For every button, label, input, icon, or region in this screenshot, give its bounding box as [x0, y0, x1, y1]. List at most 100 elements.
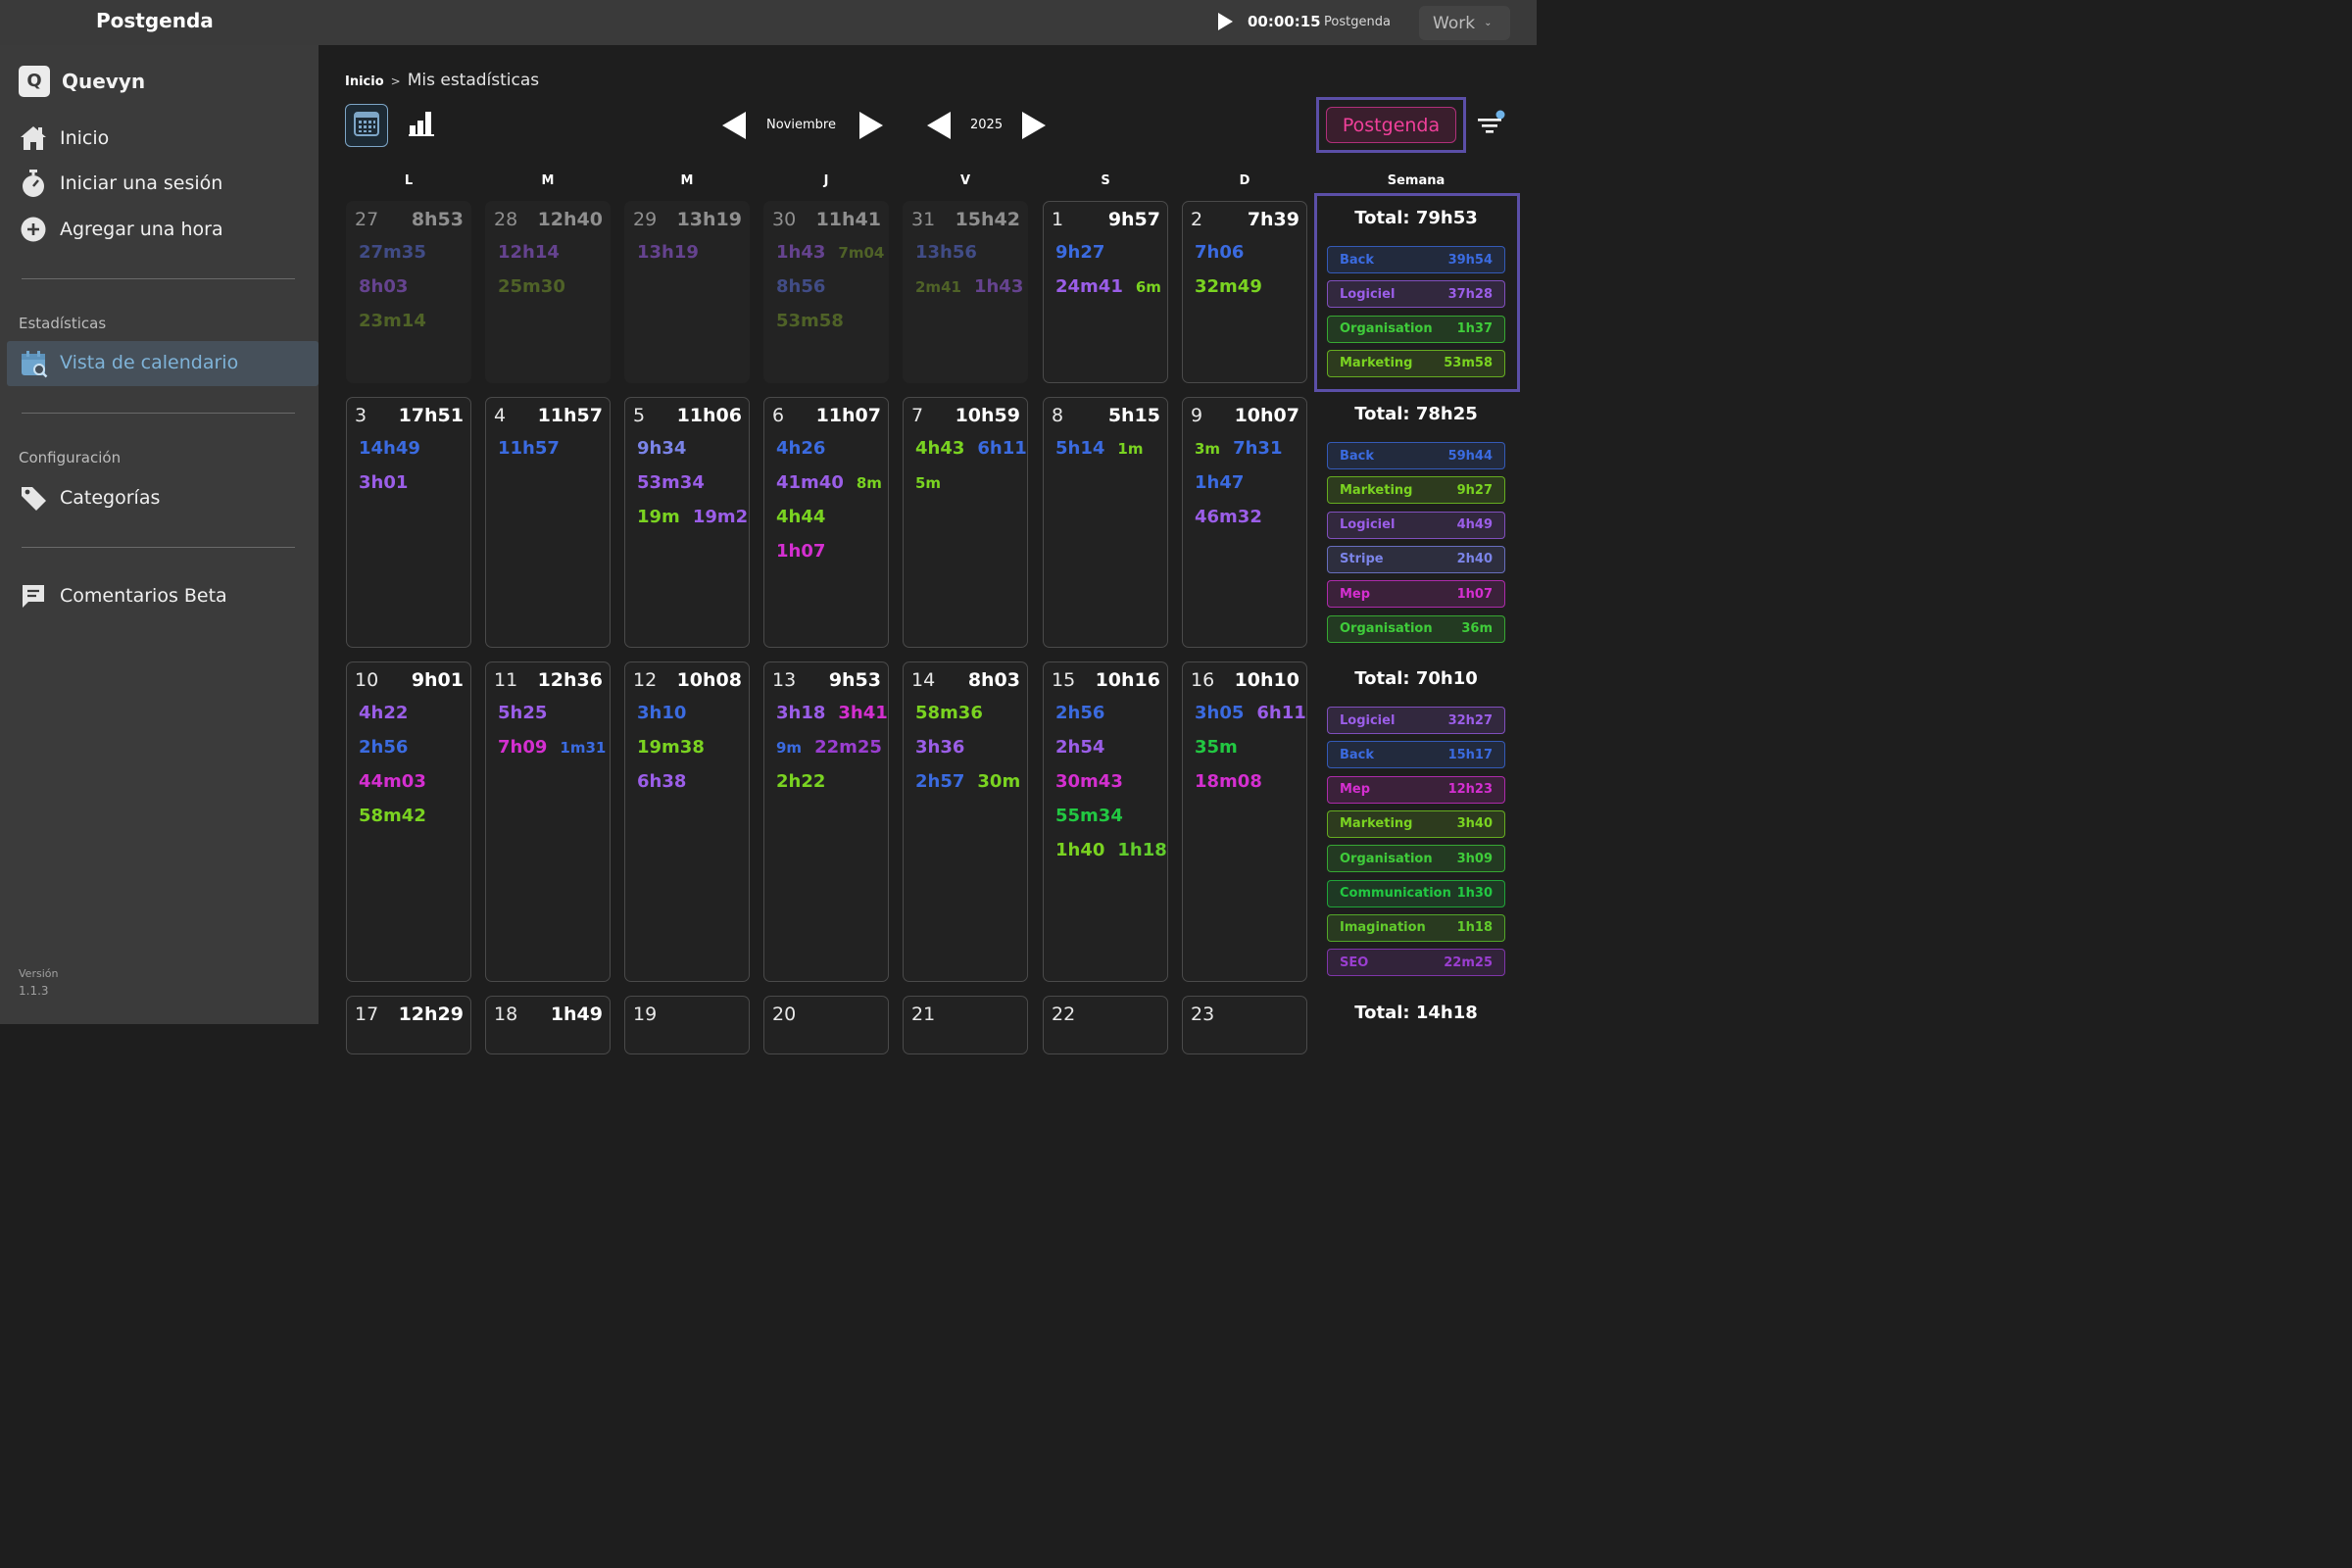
sidebar-item-home[interactable]: Inicio	[19, 122, 109, 155]
time-entry[interactable]: 6h11	[977, 438, 1026, 459]
category-total[interactable]: Stripe 2h40	[1327, 545, 1505, 573]
time-entry[interactable]: 35m	[1195, 737, 1238, 758]
day-cell[interactable]: 3 17h51 14h49 3h01	[346, 397, 471, 648]
day-cell[interactable]: 4 11h57 11h57	[485, 397, 611, 648]
time-entry[interactable]: 2h22	[776, 771, 825, 792]
category-total[interactable]: SEO 22m25	[1327, 949, 1505, 977]
day-cell[interactable]: 19	[624, 996, 750, 1054]
day-cell[interactable]: 10 9h01 4h22 2h56 44m03 58m42	[346, 662, 471, 982]
next-year-button[interactable]	[1022, 112, 1046, 139]
day-cell[interactable]: 31 15h42 13h56 2m41 1h43	[903, 201, 1028, 383]
play-icon[interactable]	[1218, 13, 1233, 30]
time-entry[interactable]: 18m08	[1195, 771, 1262, 792]
time-entry[interactable]: 3h01	[359, 472, 408, 493]
time-entry[interactable]: 19m	[637, 507, 680, 527]
time-entry[interactable]: 5h25	[498, 703, 547, 723]
day-cell[interactable]: 12 10h08 3h10 19m38 6h38	[624, 662, 750, 982]
day-cell[interactable]: 8 5h15 5h14 1m	[1043, 397, 1168, 648]
day-cell[interactable]: 17 12h29	[346, 996, 471, 1054]
time-entry[interactable]: 27m35	[359, 242, 426, 263]
time-entry[interactable]: 23m14	[359, 311, 426, 331]
time-entry[interactable]: 4h43	[915, 438, 964, 459]
time-entry[interactable]: 53m58	[776, 311, 844, 331]
day-cell[interactable]: 14 8h03 58m36 3h36 2h57 30m	[903, 662, 1028, 982]
day-cell[interactable]: 30 11h41 1h43 7m04 8h56 53m58	[763, 201, 889, 383]
time-entry[interactable]: 6m	[1136, 278, 1161, 296]
time-entry[interactable]: 3h10	[637, 703, 686, 723]
time-entry[interactable]: 19m21	[693, 507, 749, 527]
day-cell[interactable]: 11 12h36 5h25 7h09 1m31	[485, 662, 611, 982]
time-entry[interactable]: 11h57	[498, 438, 560, 459]
category-total[interactable]: Communication 1h30	[1327, 879, 1505, 907]
sidebar-item-start-session[interactable]: Iniciar una sesión	[19, 167, 222, 200]
time-entry[interactable]: 6h38	[637, 771, 686, 792]
time-entry[interactable]: 4h22	[359, 703, 408, 723]
prev-month-button[interactable]	[722, 112, 746, 139]
time-entry[interactable]: 5h14	[1055, 438, 1104, 459]
time-entry[interactable]: 1h18	[1117, 840, 1166, 860]
category-total[interactable]: Marketing 9h27	[1327, 476, 1505, 505]
category-total[interactable]: Imagination 1h18	[1327, 913, 1505, 942]
time-entry[interactable]: 1h47	[1195, 472, 1244, 493]
time-entry[interactable]: 12h14	[498, 242, 560, 263]
brand[interactable]: Q Quevyn	[19, 65, 145, 97]
time-entry[interactable]: 8m	[857, 474, 882, 492]
time-entry[interactable]: 41m40	[776, 472, 844, 493]
day-cell[interactable]: 1 9h57 9h27 24m41 6m	[1043, 201, 1168, 383]
day-cell[interactable]: 13 9h53 3h18 3h41 9m 22m25 2h22	[763, 662, 889, 982]
time-entry[interactable]: 7h06	[1195, 242, 1244, 263]
day-cell[interactable]: 2 7h39 7h06 32m49	[1182, 201, 1307, 383]
day-cell[interactable]: 18 1h49	[485, 996, 611, 1054]
category-total[interactable]: Back 15h17	[1327, 741, 1505, 769]
time-entry[interactable]: 9h27	[1055, 242, 1104, 263]
time-entry[interactable]: 22m25	[814, 737, 882, 758]
day-cell[interactable]: 7 10h59 4h43 6h11 5m	[903, 397, 1028, 648]
time-entry[interactable]: 32m49	[1195, 276, 1262, 297]
time-entry[interactable]: 6h11	[1256, 703, 1305, 723]
time-entry[interactable]: 3h05	[1195, 703, 1244, 723]
day-cell[interactable]: 15 10h16 2h56 2h54 30m43 55m34 1h40 1h18	[1043, 662, 1168, 982]
time-entry[interactable]: 2h54	[1055, 737, 1104, 758]
sidebar-item-categories[interactable]: Categorías	[19, 481, 160, 514]
sidebar-item-calendar-view[interactable]: Vista de calendario	[7, 341, 318, 386]
day-cell[interactable]: 16 10h10 3h05 6h11 35m 18m08	[1182, 662, 1307, 982]
time-entry[interactable]: 4h44	[776, 507, 825, 527]
time-entry[interactable]: 44m03	[359, 771, 426, 792]
day-cell[interactable]: 9 10h07 3m 7h31 1h47 46m32	[1182, 397, 1307, 648]
time-entry[interactable]: 19m38	[637, 737, 705, 758]
time-entry[interactable]: 13h56	[915, 242, 977, 263]
time-entry[interactable]: 14h49	[359, 438, 420, 459]
time-entry[interactable]: 55m34	[1055, 806, 1123, 826]
time-entry[interactable]: 25m30	[498, 276, 565, 297]
category-total[interactable]: Organisation 36m	[1327, 614, 1505, 643]
time-entry[interactable]: 8h03	[359, 276, 408, 297]
calendar-view-button[interactable]	[345, 104, 388, 147]
time-entry[interactable]: 3h36	[915, 737, 964, 758]
time-entry[interactable]: 58m36	[915, 703, 983, 723]
category-total[interactable]: Organisation 3h09	[1327, 845, 1505, 873]
time-entry[interactable]: 1h43	[776, 242, 825, 263]
time-entry[interactable]: 30m	[977, 771, 1020, 792]
category-total[interactable]: Marketing 3h40	[1327, 809, 1505, 838]
category-total[interactable]: Logiciel 4h49	[1327, 511, 1505, 539]
time-entry[interactable]: 2h56	[359, 737, 408, 758]
time-entry[interactable]: 3h41	[838, 703, 887, 723]
day-cell[interactable]: 6 11h07 4h26 41m40 8m 4h44 1h07	[763, 397, 889, 648]
time-entry[interactable]: 8h56	[776, 276, 825, 297]
day-cell[interactable]: 21	[903, 996, 1028, 1054]
time-entry[interactable]: 1h07	[776, 541, 825, 562]
category-total[interactable]: Mep 1h07	[1327, 580, 1505, 609]
day-cell[interactable]: 20	[763, 996, 889, 1054]
time-entry[interactable]: 53m34	[637, 472, 705, 493]
time-entry[interactable]: 24m41	[1055, 276, 1123, 297]
time-entry[interactable]: 7h09	[498, 737, 547, 758]
sidebar-item-feedback[interactable]: Comentarios Beta	[19, 579, 227, 612]
day-cell[interactable]: 27 8h53 27m35 8h03 23m14	[346, 201, 471, 383]
time-entry[interactable]: 2h57	[915, 771, 964, 792]
time-entry[interactable]: 58m42	[359, 806, 426, 826]
time-entry[interactable]: 7h31	[1233, 438, 1282, 459]
day-cell[interactable]: 23	[1182, 996, 1307, 1054]
time-entry[interactable]: 1h40	[1055, 840, 1104, 860]
project-filter-button[interactable]: Postgenda	[1326, 107, 1456, 143]
time-entry[interactable]: 3h18	[776, 703, 825, 723]
